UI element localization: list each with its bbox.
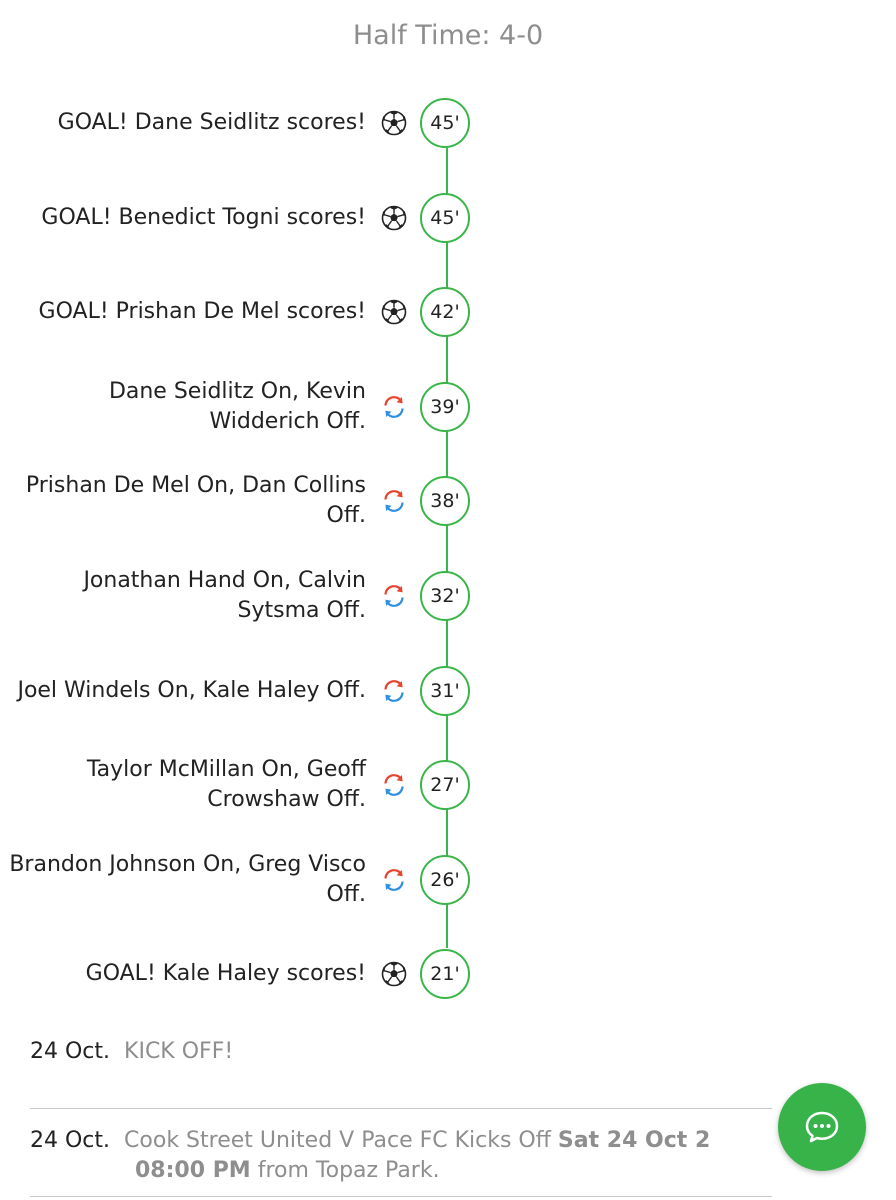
feed-divider [30, 1196, 772, 1197]
event-description: Joel Windels On, Kale Haley Off. [17, 677, 366, 703]
event-minute: 39' [420, 381, 470, 432]
event-description: GOAL! Prishan De Mel scores! [38, 299, 366, 325]
event-description: GOAL! Benedict Togni scores! [41, 204, 366, 230]
substitution-icon [381, 678, 407, 704]
timeline-event: Brandon Johnson On, Greg Visco Off. 26' [0, 850, 896, 910]
substitution-icon [381, 772, 407, 798]
soccer-ball-icon [381, 110, 407, 136]
substitution-icon [381, 394, 407, 420]
timeline-event: GOAL! Benedict Togni scores! 45' [0, 188, 896, 248]
event-description: Dane Seidlitz On, Kevin Widderich Off. [108, 378, 366, 434]
feed-date: 24 Oct. [30, 1128, 111, 1153]
event-minute: 21' [420, 949, 470, 1000]
feed-date: 24 Oct. [30, 1039, 111, 1064]
timeline-event: Jonathan Hand On, Calvin Sytsma Off. 32' [0, 566, 896, 626]
event-description: Brandon Johnson On, Greg Visco Off. [9, 851, 366, 907]
feed-datetime: Sat 24 Oct 2 [557, 1128, 711, 1153]
event-minute: 45' [420, 192, 470, 243]
timeline-event: GOAL! Kale Haley scores! 21' [0, 944, 896, 1004]
substitution-icon [381, 867, 407, 893]
feed-divider [30, 1108, 772, 1109]
substitution-icon [381, 583, 407, 609]
substitution-icon [381, 488, 407, 514]
soccer-ball-icon [381, 961, 407, 987]
feed-text: Cook Street United V Pace FC Kicks Off [124, 1128, 558, 1153]
feed-item-kickoff: 24 Oct. KICK OFF! [30, 1037, 790, 1067]
event-minute: 42' [420, 287, 470, 338]
timeline-event: GOAL! Prishan De Mel scores! 42' [0, 282, 896, 342]
feed-item-fixture: 24 Oct. Cook Street United V Pace FC Kick… [30, 1126, 790, 1186]
event-minute: 31' [420, 665, 470, 716]
event-description: Taylor McMillan On, Geoff Crowshaw Off. [86, 757, 366, 813]
feed-location: from Topaz Park. [250, 1158, 440, 1183]
timeline-line [446, 148, 448, 948]
soccer-ball-icon [381, 299, 407, 325]
event-description: Jonathan Hand On, Calvin Sytsma Off. [83, 568, 366, 623]
event-minute: 45' [420, 98, 470, 148]
event-minute: 38' [420, 476, 470, 527]
event-minute: 27' [420, 760, 470, 811]
half-time-score: Half Time: 4-0 [352, 20, 544, 51]
match-timeline-page: Half Time: 4-0 GOAL! Dane Seidlitz score… [0, 0, 896, 1200]
event-minute: 26' [420, 854, 470, 905]
timeline-event: Joel Windels On, Kale Haley Off. 31' [0, 661, 896, 721]
feed-text: KICK OFF! [124, 1039, 234, 1064]
chat-bubble-icon [805, 1111, 839, 1143]
timeline-event: Taylor McMillan On, Geoff Crowshaw Off. 2… [0, 755, 896, 815]
timeline-event: Prishan De Mel On, Dan Collins Off. 38' [0, 471, 896, 531]
event-description: GOAL! Kale Haley scores! [85, 961, 366, 987]
event-description: GOAL! Dane Seidlitz scores! [57, 110, 366, 135]
timeline-event: GOAL! Dane Seidlitz scores! 45' [0, 93, 896, 153]
timeline-event: Dane Seidlitz On, Kevin Widderich Off. 39… [0, 377, 896, 437]
feed-time: 08:00 PM [135, 1158, 251, 1183]
soccer-ball-icon [381, 205, 407, 231]
event-minute: 32' [420, 571, 470, 621]
chat-button[interactable] [778, 1083, 866, 1171]
event-description: Prishan De Mel On, Dan Collins Off. [25, 473, 366, 529]
